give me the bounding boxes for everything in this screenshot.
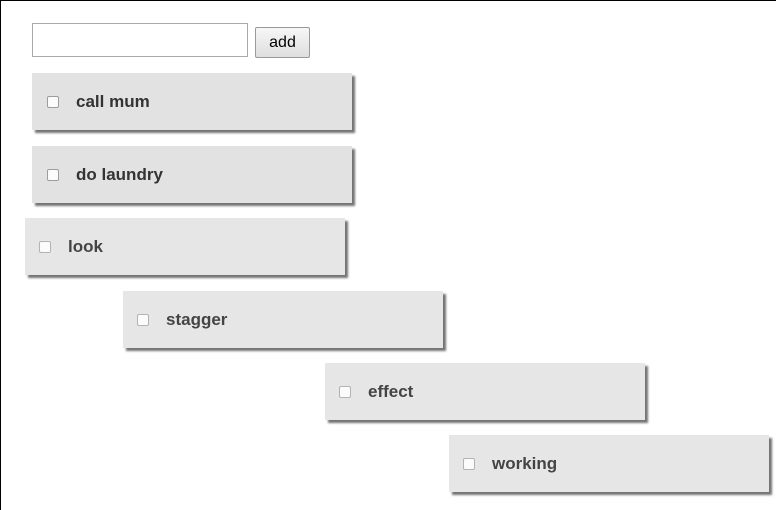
todo-item[interactable]: look <box>25 218 345 275</box>
todo-input[interactable] <box>32 23 248 57</box>
todo-label: do laundry <box>76 164 163 184</box>
todo-item[interactable]: stagger <box>123 291 443 348</box>
todo-checkbox[interactable] <box>39 240 51 253</box>
todo-label: call mum <box>76 91 150 111</box>
todo-checkbox[interactable] <box>339 385 351 398</box>
todo-item[interactable]: effect <box>325 363 645 420</box>
todo-label: look <box>68 236 103 256</box>
todo-checkbox[interactable] <box>47 95 59 108</box>
todo-checkbox[interactable] <box>137 313 149 326</box>
page-frame: add call mum do laundry look stagger eff… <box>0 0 776 510</box>
todo-item[interactable]: do laundry <box>32 146 352 203</box>
todo-checkbox[interactable] <box>47 168 59 181</box>
todo-item[interactable]: working <box>449 435 769 492</box>
todo-item[interactable]: call mum <box>32 73 352 130</box>
add-button[interactable]: add <box>255 27 310 58</box>
todo-label: stagger <box>166 309 228 329</box>
todo-checkbox[interactable] <box>463 457 475 470</box>
todo-label: effect <box>368 381 414 401</box>
todo-label: working <box>492 453 558 473</box>
